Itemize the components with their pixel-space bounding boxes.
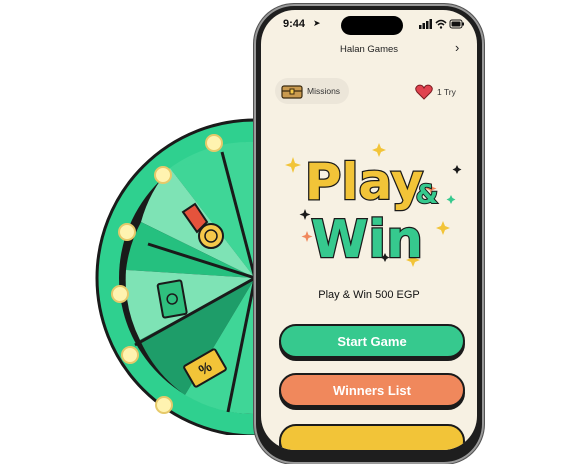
status-icons <box>419 19 464 29</box>
signal-icon <box>419 19 432 29</box>
winners-list-button[interactable]: Winners List <box>279 373 465 407</box>
heart-icon <box>415 84 433 100</box>
missions-label: Missions <box>307 86 341 96</box>
logo-play: Play <box>305 153 424 211</box>
treasure-chest-icon <box>281 85 303 99</box>
logo-ampersand: & <box>416 180 439 210</box>
third-action-button[interactable] <box>279 424 465 450</box>
phone-screen: 9:44 ➤ Halan Games › Missions 1 Try Play… <box>261 10 477 450</box>
battery-icon <box>449 19 464 29</box>
status-bar: 9:44 ➤ <box>261 10 477 38</box>
tries-counter: 1 Try <box>415 84 456 100</box>
start-game-button[interactable]: Start Game <box>279 324 465 358</box>
prize-subtitle: Play & Win 500 EGP <box>318 289 420 301</box>
status-time: 9:44 <box>283 18 306 30</box>
play-and-win-logo: Play & Win <box>285 143 462 271</box>
wifi-icon <box>435 19 447 26</box>
logo-win: Win <box>311 210 423 270</box>
missions-button[interactable]: Missions <box>275 78 349 104</box>
tries-label: 1 Try <box>437 87 456 97</box>
money-icon <box>156 279 188 319</box>
chevron-right-icon[interactable]: › <box>455 40 459 55</box>
page-title: Halan Games <box>339 44 399 55</box>
dynamic-island <box>341 16 403 35</box>
location-icon: ➤ <box>313 18 321 28</box>
